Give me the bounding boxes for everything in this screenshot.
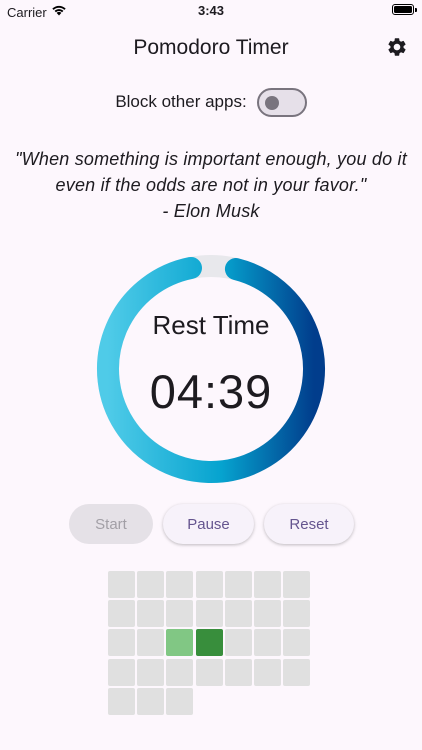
timer-controls: Start Pause Reset: [0, 504, 422, 544]
tracker-cell: [224, 658, 252, 686]
tracker-cell: [283, 600, 311, 628]
reset-button[interactable]: Reset: [264, 504, 354, 544]
tracker-cell: [137, 687, 165, 715]
settings-button[interactable]: [384, 36, 410, 62]
tracker-cell: [224, 571, 252, 598]
tracker-cell: [254, 600, 281, 628]
status-bar: Carrier 3:43: [0, 0, 422, 22]
tracker-cell: [195, 658, 223, 686]
session-tracker-grid: [108, 571, 314, 719]
quote-text: "When something is important enough, you…: [15, 149, 407, 195]
timer-mode-label: Rest Time: [152, 310, 270, 340]
block-apps-row: Block other apps:: [0, 86, 422, 118]
tracker-cell: [195, 571, 223, 598]
tracker-cell: [166, 600, 194, 628]
tracker-cell: [108, 600, 135, 628]
tracker-cell: [254, 658, 281, 686]
block-apps-label: Block other apps:: [115, 92, 247, 111]
tracker-cell: [254, 629, 281, 657]
block-apps-toggle[interactable]: [256, 87, 307, 117]
tracker-cell: [108, 658, 135, 686]
battery-icon: [392, 4, 417, 15]
tracker-cell: [283, 658, 311, 686]
toggle-knob: [264, 95, 279, 110]
tracker-cell: [108, 629, 135, 657]
tracker-cell: [108, 687, 135, 715]
quote-author: - Elon Musk: [162, 201, 260, 221]
tracker-cell: [283, 629, 311, 657]
page-title: Pomodoro Timer: [133, 36, 289, 59]
tracker-cell: [137, 571, 165, 598]
tracker-cell: [166, 571, 194, 598]
start-button[interactable]: Start: [69, 504, 153, 544]
tracker-cell: [137, 658, 165, 686]
tracker-cell: [137, 600, 165, 628]
tracker-cell: [108, 571, 135, 598]
gear-icon: [386, 36, 408, 63]
tracker-cell: [166, 687, 194, 715]
tracker-cell: [224, 600, 252, 628]
tracker-cell: [166, 658, 194, 686]
tracker-cell: [195, 600, 223, 628]
timer-countdown: 04:39: [149, 365, 273, 418]
quote: "When something is important enough, you…: [10, 146, 412, 224]
status-time: 3:43: [197, 3, 225, 18]
tracker-cell: [224, 629, 252, 657]
tracker-cell: [254, 571, 281, 598]
pause-button[interactable]: Pause: [163, 504, 254, 544]
tracker-cell: [195, 629, 223, 657]
tracker-cell: [137, 629, 165, 657]
tracker-cell: [283, 571, 311, 598]
tracker-cell: [166, 629, 194, 657]
